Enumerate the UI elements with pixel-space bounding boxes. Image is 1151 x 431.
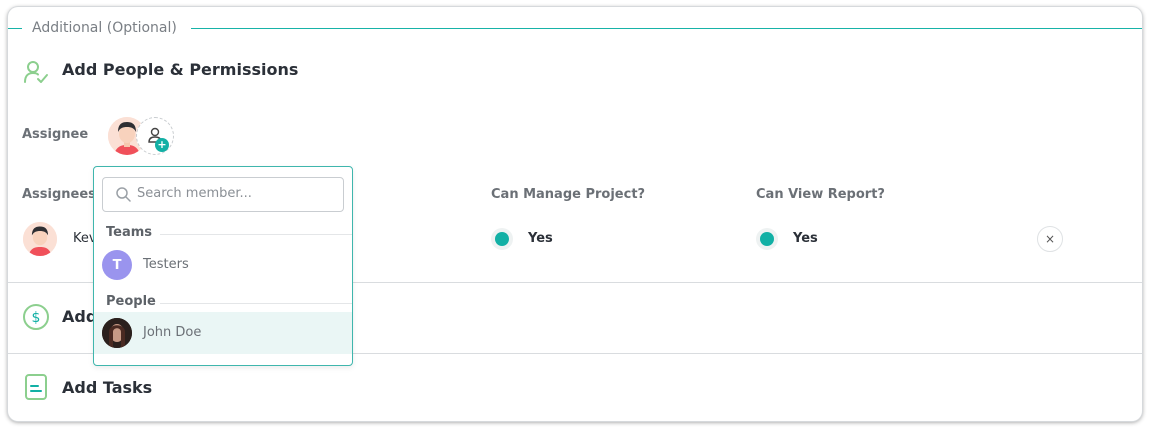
people-group-label: People [106, 294, 156, 309]
additional-optional-card: Additional (Optional) Add People & Permi… [8, 7, 1142, 421]
row-avatar [23, 222, 57, 256]
add-assignee-button[interactable]: + [136, 117, 174, 155]
teams-group-label: Teams [106, 225, 153, 240]
team-option-label: Testers [143, 257, 189, 272]
manage-project-column-header: Can Manage Project? [491, 187, 646, 202]
view-report-column-header: Can View Report? [756, 187, 885, 202]
team-option[interactable]: T Testers [94, 244, 352, 286]
person-option[interactable]: John Doe [94, 312, 352, 354]
manage-project-value: Yes [528, 231, 553, 246]
member-dropdown: Teams T Testers People John Doe [93, 166, 353, 366]
section-legend: Additional (Optional) [32, 20, 177, 36]
team-avatar: T [102, 250, 132, 280]
svg-text:$: $ [32, 310, 41, 326]
group-divider [160, 234, 352, 235]
user-check-icon [23, 59, 49, 89]
search-icon [115, 186, 131, 206]
legend-line-left [8, 28, 22, 29]
plus-icon: + [155, 138, 169, 152]
assignees-column-header: Assignees [22, 187, 96, 202]
task-list-icon [24, 373, 48, 405]
view-report-radio[interactable] [756, 228, 778, 250]
dollar-icon: $ [22, 303, 50, 335]
people-section-title[interactable]: Add People & Permissions [62, 60, 298, 79]
group-divider [160, 303, 352, 304]
person-avatar [102, 318, 132, 348]
close-icon: × [1044, 232, 1056, 246]
assignee-label: Assignee [22, 127, 89, 142]
view-report-value: Yes [793, 231, 818, 246]
budget-section-title[interactable]: Add [62, 307, 97, 326]
remove-assignee-button[interactable]: × [1037, 226, 1063, 252]
manage-project-radio[interactable] [491, 228, 513, 250]
member-search-box[interactable] [102, 177, 344, 212]
member-search-input[interactable] [137, 178, 333, 209]
person-option-label: John Doe [143, 325, 202, 340]
tasks-section-title[interactable]: Add Tasks [62, 378, 152, 397]
legend-line-right [191, 28, 1142, 29]
